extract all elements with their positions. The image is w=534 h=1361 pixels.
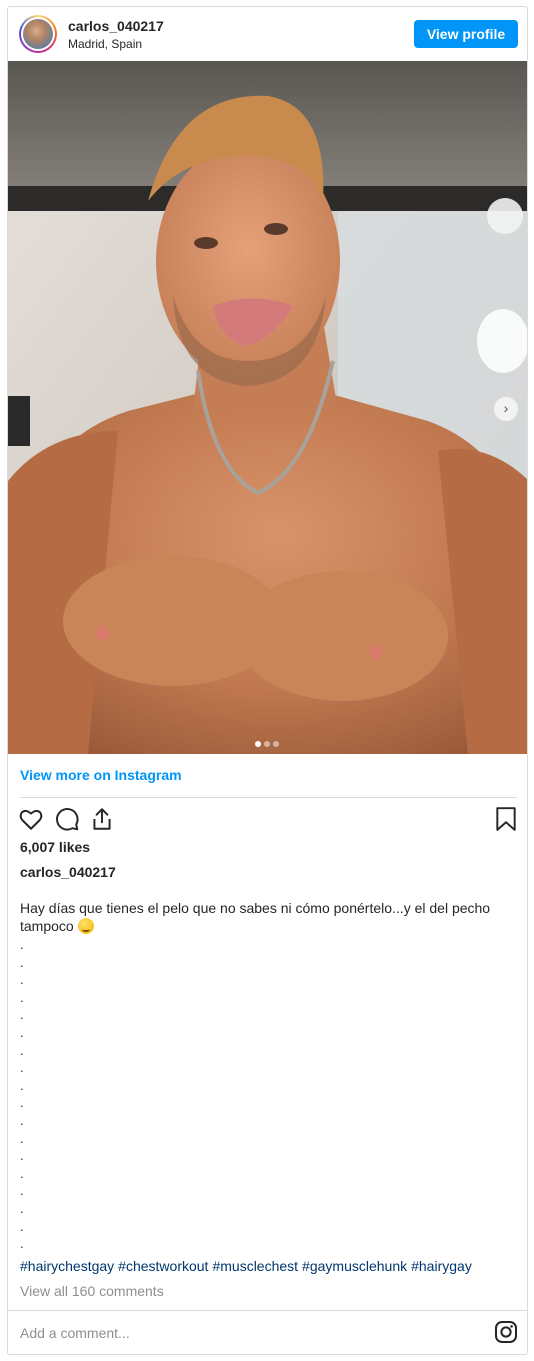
caption-dot-line: . bbox=[20, 972, 24, 988]
caption-dot-line: . bbox=[20, 1095, 24, 1111]
hashtag-list: #hairychestgay #chestworkout #musclechest #… bbox=[20, 1258, 476, 1274]
share-icon[interactable] bbox=[89, 806, 115, 832]
caption-dot-line: . bbox=[20, 1112, 24, 1128]
grinning-emoji-icon bbox=[77, 918, 94, 934]
caption-dot-line: . bbox=[20, 1236, 24, 1252]
username[interactable]: carlos_040217 bbox=[68, 18, 164, 34]
carousel-dot bbox=[264, 741, 270, 747]
comment-icon[interactable] bbox=[54, 806, 80, 832]
caption-dot-line: . bbox=[20, 937, 24, 952]
carousel-next-button[interactable]: › bbox=[494, 397, 518, 421]
caption-dot-line: . bbox=[20, 989, 24, 1005]
view-profile-button[interactable]: View profile bbox=[414, 20, 518, 48]
likes-count[interactable]: 6,007 likes bbox=[20, 839, 90, 855]
caption-dot-line: . bbox=[20, 1042, 24, 1058]
divider bbox=[8, 1310, 527, 1311]
carousel-indicator bbox=[255, 734, 282, 747]
view-comments-link[interactable]: View all 160 comments bbox=[20, 1283, 164, 1299]
caption-text: Hay días que tienes el pelo que no sabes… bbox=[20, 899, 520, 935]
caption-dot-line: . bbox=[20, 954, 24, 970]
avatar[interactable] bbox=[19, 15, 57, 53]
carousel-dot bbox=[273, 741, 279, 747]
heart-icon[interactable] bbox=[18, 806, 44, 832]
caption-dot-line: . bbox=[20, 1200, 24, 1216]
hashtag-link[interactable]: #musclechest bbox=[212, 1258, 298, 1274]
caption-dots: .................. bbox=[20, 936, 24, 1253]
avatar-image bbox=[23, 19, 53, 49]
caption-dot-line: . bbox=[20, 1218, 24, 1234]
post-photo[interactable]: › bbox=[8, 61, 527, 754]
caption-dot-line: . bbox=[20, 1130, 24, 1146]
location[interactable]: Madrid, Spain bbox=[68, 37, 142, 51]
view-more-link[interactable]: View more on Instagram bbox=[20, 767, 182, 783]
photo-illustration bbox=[8, 61, 527, 754]
caption-dot-line: . bbox=[20, 1060, 24, 1076]
divider bbox=[20, 797, 517, 798]
caption-dot-line: . bbox=[20, 1077, 24, 1093]
caption-dot-line: . bbox=[20, 1024, 24, 1040]
carousel-dot bbox=[255, 741, 261, 747]
instagram-icon[interactable] bbox=[494, 1320, 518, 1344]
caption-dot-line: . bbox=[20, 1183, 24, 1199]
caption-dot-line: . bbox=[20, 1165, 24, 1181]
caption-dot-line: . bbox=[20, 1148, 24, 1164]
caption-username[interactable]: carlos_040217 bbox=[20, 864, 116, 880]
add-comment-input[interactable]: Add a comment... bbox=[20, 1325, 130, 1341]
instagram-embed-card: carlos_040217 Madrid, Spain View profile bbox=[7, 6, 528, 1355]
post-header: carlos_040217 Madrid, Spain View profile bbox=[8, 7, 527, 61]
hashtag-link[interactable]: #hairychestgay bbox=[20, 1258, 114, 1274]
hashtag-link[interactable]: #chestworkout bbox=[118, 1258, 208, 1274]
hashtag-link[interactable]: #hairygay bbox=[411, 1258, 472, 1274]
bookmark-icon[interactable] bbox=[493, 806, 519, 832]
hashtag-link[interactable]: #gaymusclehunk bbox=[302, 1258, 407, 1274]
caption-dot-line: . bbox=[20, 1007, 24, 1023]
